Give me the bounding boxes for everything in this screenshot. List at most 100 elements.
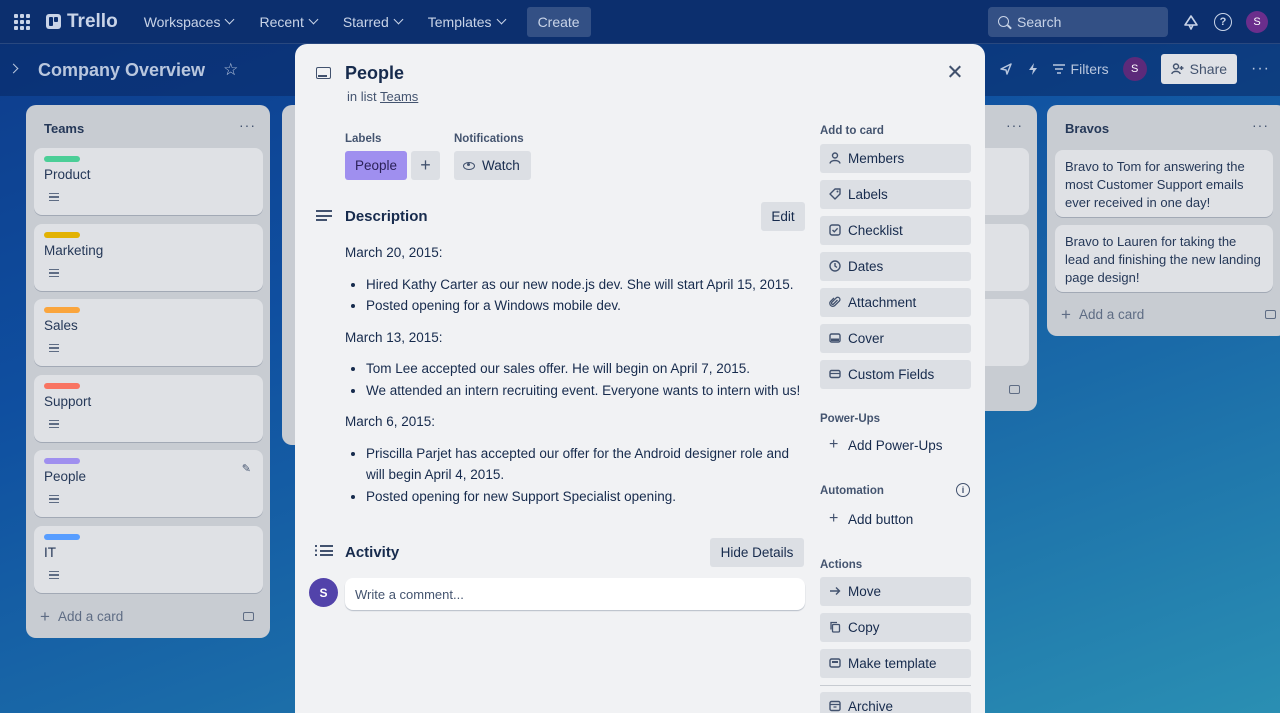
checklist-icon [829,224,841,236]
description-icon [49,269,59,277]
filters-label: Filters [1070,61,1109,77]
app-switcher-icon[interactable] [8,8,36,36]
card-label [44,383,80,389]
description-list: Hired Kathy Carter as our new node.js de… [366,274,805,317]
members-label: Members [848,151,905,166]
nav-right: Search ? S [988,6,1272,37]
trello-logo[interactable]: Trello [46,11,118,33]
in-list-text: in list Teams [347,89,418,104]
move-button[interactable]: Move [820,577,971,606]
bravo-card[interactable]: Bravo to Lauren for taking the lead and … [1055,225,1273,292]
dates-button[interactable]: Dates [820,252,971,281]
list-bravos: Bravos ··· Bravo to Tom for answering th… [1047,105,1280,336]
member-icon [829,152,841,164]
tag-icon [829,188,841,200]
edit-description-button[interactable]: Edit [761,202,805,231]
info-icon[interactable]: i [956,483,970,497]
card-template-icon[interactable] [1265,310,1276,319]
attachment-button[interactable]: Attachment [820,288,971,317]
list-menu-icon[interactable]: ··· [1252,117,1269,133]
card-template-icon[interactable] [243,612,254,621]
notifications-icon[interactable] [1182,13,1200,31]
card-icon [316,67,331,79]
labels-button[interactable]: Labels [820,180,971,209]
plus-icon: + [40,606,50,626]
plus-icon: + [829,436,839,453]
description-body[interactable]: March 20, 2015: Hired Kathy Carter as ou… [345,242,805,517]
card-title: Support [44,394,92,409]
board-menu-icon[interactable]: ··· [1251,60,1270,78]
card-title: IT [44,545,56,560]
make-template-button[interactable]: Make template [820,649,971,678]
list-menu-icon[interactable]: ··· [239,117,256,133]
description-list: Priscilla Parjet has accepted our offer … [366,443,805,508]
make-template-label: Make template [848,656,937,671]
card-marketing[interactable]: Marketing [34,224,263,291]
description-icon [49,571,59,579]
nav-templates-label: Templates [427,13,492,30]
card-title[interactable]: People [345,63,404,84]
archive-button[interactable]: Archive [820,692,971,713]
board-member-avatar[interactable]: S [1122,57,1147,81]
description-icon [49,420,59,428]
labels-heading: Labels [345,133,382,145]
watch-button[interactable]: Watch [454,151,531,180]
nav-starred[interactable]: Starred [333,8,412,36]
card-it[interactable]: IT [34,526,263,593]
watch-label: Watch [482,158,520,173]
star-icon[interactable]: ☆ [223,60,238,80]
create-button[interactable]: Create [526,6,591,37]
list-title[interactable]: Teams [44,121,84,136]
search-input[interactable]: Search [988,6,1168,37]
card-people[interactable]: People ✎ [34,450,263,517]
add-power-ups-button[interactable]: + Add Power-Ups [820,431,971,460]
share-button[interactable]: Share [1160,54,1238,84]
user-avatar[interactable]: S [1246,10,1268,33]
card-product[interactable]: Product [34,148,263,215]
automation-icon[interactable] [1027,62,1039,76]
members-button[interactable]: Members [820,144,971,173]
board-title[interactable]: Company Overview [38,60,205,81]
nav-recent-label: Recent [259,13,304,30]
list-title[interactable]: Bravos [1065,121,1109,136]
custom-fields-button[interactable]: Custom Fields [820,360,971,389]
checklist-button[interactable]: Checklist [820,216,971,245]
label-chip-people[interactable]: People [345,151,407,180]
power-ups-heading: Power-Ups [820,413,881,425]
expand-sidebar-icon[interactable] [8,63,19,74]
add-power-ups-label: Add Power-Ups [848,438,943,453]
nav-recent[interactable]: Recent [249,8,326,36]
nav-templates[interactable]: Templates [418,8,515,36]
bravo-card[interactable]: Bravo to Tom for answering the most Cust… [1055,150,1273,217]
add-card-button[interactable]: + Add a card [1061,306,1145,323]
card-title: Product [44,167,91,182]
add-card-label: Add a card [1078,307,1145,322]
nav-workspaces[interactable]: Workspaces [134,8,244,36]
copy-button[interactable]: Copy [820,613,971,642]
card-template-icon[interactable] [1009,385,1020,394]
edit-pencil-icon[interactable]: ✎ [242,462,251,475]
board-header-right: Filters S Share ··· [999,54,1270,84]
list-link[interactable]: Teams [380,89,418,104]
add-button-button[interactable]: + Add button [820,505,971,534]
close-icon[interactable] [945,62,965,82]
description-date: March 13, 2015: [345,329,443,345]
comment-avatar[interactable]: S [309,578,338,607]
card-label [44,458,80,464]
card-support[interactable]: Support [34,375,263,442]
add-button-label: Add button [848,512,914,527]
description-item: Posted opening for new Support Specialis… [366,486,805,508]
hide-details-button[interactable]: Hide Details [710,538,804,567]
list-teams: Teams ··· Product Marketing Sales Suppor… [26,105,270,638]
power-ups-icon[interactable] [999,62,1013,76]
filters-button[interactable]: Filters [1052,61,1109,77]
search-icon [998,16,1009,27]
add-label-button[interactable]: + [411,151,440,180]
add-card-button[interactable]: + Add a card [40,606,123,626]
comment-input[interactable] [345,578,805,610]
card-sales[interactable]: Sales [34,299,263,366]
help-icon[interactable]: ? [1214,12,1232,31]
list-menu-icon[interactable]: ··· [1006,117,1023,133]
actions-divider [820,685,971,686]
cover-button[interactable]: Cover [820,324,971,353]
